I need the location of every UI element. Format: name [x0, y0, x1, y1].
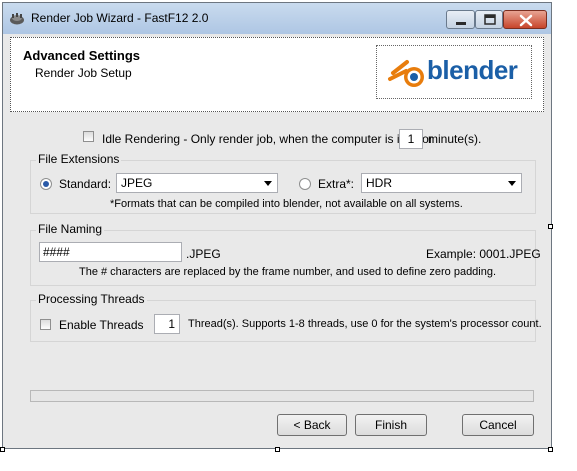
chevron-down-icon [264, 181, 272, 186]
app-icon [10, 13, 24, 25]
threads-count-input[interactable]: 1 [154, 314, 180, 334]
minimize-button[interactable] [446, 10, 475, 29]
standard-label: Standard: [59, 177, 112, 191]
extra-format-select[interactable]: HDR [361, 173, 522, 193]
blender-logo: blender [376, 45, 532, 99]
formats-note: *Formats that can be compiled into blend… [110, 198, 463, 210]
blender-logo-text: blender [427, 55, 518, 85]
page-subtitle: Render Job Setup [35, 66, 132, 80]
extra-radio[interactable] [299, 178, 311, 190]
standard-format-select[interactable]: JPEG [116, 173, 278, 193]
minimize-icon [456, 22, 466, 25]
chevron-down-icon [508, 181, 516, 186]
processing-threads-group: Processing Threads Enable Threads 1 Thre… [30, 292, 542, 342]
window-title: Render Job Wizard - FastF12 2.0 [31, 11, 209, 25]
enable-threads-label: Enable Threads [59, 318, 144, 332]
resize-handle[interactable] [275, 447, 280, 452]
resize-handle[interactable] [0, 447, 5, 452]
back-button[interactable]: < Back [277, 414, 347, 436]
threads-note: Thread(s). Supports 1-8 threads, use 0 f… [188, 318, 542, 330]
idle-minutes-label: minute(s). [428, 132, 482, 146]
close-button[interactable] [503, 10, 547, 29]
title-bar[interactable]: Render Job Wizard - FastF12 2.0 [3, 3, 551, 34]
cancel-button[interactable]: Cancel [462, 414, 534, 436]
extra-label: Extra*: [318, 177, 355, 191]
enable-threads-checkbox[interactable] [40, 319, 51, 330]
file-naming-pattern-input[interactable]: #### [39, 242, 182, 262]
close-icon [519, 14, 533, 27]
file-naming-group: File Naming #### .JPEG Example: 0001.JPE… [30, 222, 541, 286]
page-title: Advanced Settings [23, 48, 141, 63]
file-naming-extension: .JPEG [186, 247, 221, 261]
wizard-window: Render Job Wizard - FastF12 2.0 Advanced… [2, 2, 552, 449]
wizard-header: Advanced Settings Render Job Setup blend… [10, 37, 544, 112]
file-naming-example: Example: 0001.JPEG [426, 247, 541, 261]
file-naming-label: File Naming [36, 222, 105, 236]
render-progress-bar [30, 390, 534, 402]
file-naming-note: The # characters are replaced by the fra… [79, 266, 497, 278]
idle-rendering-label: Idle Rendering - Only render job, when t… [102, 132, 433, 146]
maximize-button[interactable] [475, 10, 503, 29]
idle-minutes-input[interactable]: 1 [399, 129, 423, 149]
extra-format-value: HDR [366, 176, 392, 190]
idle-rendering-checkbox[interactable] [83, 131, 94, 142]
maximize-icon [484, 14, 496, 25]
resize-handle[interactable] [548, 447, 553, 452]
file-extensions-group: File Extensions Standard: JPEG Extra*: H… [30, 152, 536, 214]
resize-handle[interactable] [548, 224, 553, 229]
standard-format-value: JPEG [121, 176, 153, 190]
file-extensions-label: File Extensions [36, 152, 122, 166]
processing-threads-label: Processing Threads [36, 292, 147, 306]
standard-radio[interactable] [40, 178, 52, 190]
finish-button[interactable]: Finish [355, 414, 427, 436]
